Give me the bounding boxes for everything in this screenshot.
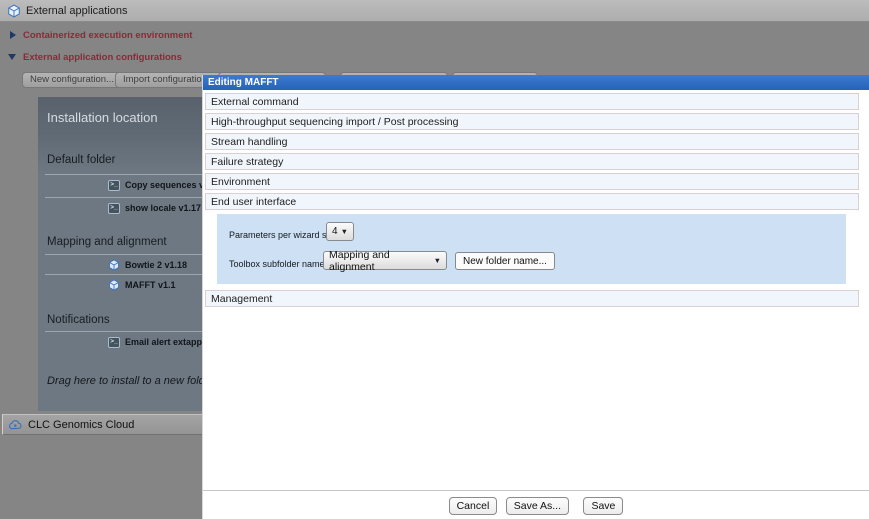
- section-environment[interactable]: Environment: [205, 173, 859, 190]
- save-button[interactable]: Save: [583, 497, 624, 515]
- params-per-wizard-step-select[interactable]: 4 ▼: [326, 222, 354, 241]
- panel-title: Installation location: [47, 110, 158, 125]
- cloud-icon: [8, 419, 23, 431]
- list-item-label: MAFFT v1.1: [125, 280, 176, 290]
- section-end-user-interface[interactable]: End user interface: [205, 193, 859, 210]
- save-as-button[interactable]: Save As...: [505, 497, 570, 515]
- external-applications-icon: [7, 3, 21, 18]
- expanded-triangle-icon[interactable]: [8, 54, 16, 60]
- cloud-bar-label: CLC Genomics Cloud: [28, 418, 135, 431]
- drag-hint-text: Drag here to install to a new folder: [47, 375, 215, 387]
- new-folder-name-button[interactable]: New folder name...: [455, 252, 555, 270]
- section-management[interactable]: Management: [205, 290, 859, 307]
- tree-item-label[interactable]: External application configurations: [23, 52, 182, 63]
- group-notifications: Notifications: [47, 314, 110, 326]
- window-title: External applications: [26, 4, 128, 17]
- group-mapping-alignment: Mapping and alignment: [47, 236, 167, 248]
- tree-item-external-app-configs[interactable]: External application configurations: [8, 50, 182, 64]
- dialog-footer: Cancel Save As... Save: [203, 490, 869, 515]
- section-stream-handling[interactable]: Stream handling: [205, 133, 859, 150]
- editing-mafft-dialog: Editing MAFFT External command High-thro…: [202, 75, 869, 519]
- list-item-label: show locale v1.17: [125, 203, 202, 213]
- terminal-icon: >_: [108, 336, 120, 348]
- cube-icon: [108, 279, 120, 291]
- list-item-show-locale[interactable]: >_ show locale v1.17: [108, 200, 201, 216]
- chevron-down-icon: ▼: [340, 227, 348, 236]
- screen: External applications Containerized exec…: [0, 0, 869, 519]
- group-default-folder: Default folder: [47, 154, 116, 166]
- params-per-wizard-step-label: Parameters per wizard step: [229, 230, 340, 240]
- tree-item-containerized-env[interactable]: Containerized execution environment: [10, 28, 192, 42]
- tree-item-label[interactable]: Containerized execution environment: [23, 30, 192, 41]
- terminal-icon: >_: [108, 202, 120, 214]
- collapsed-triangle-icon[interactable]: [10, 31, 16, 39]
- section-hts-import[interactable]: High-throughput sequencing import / Post…: [205, 113, 859, 130]
- window-titlebar: External applications: [0, 0, 869, 22]
- section-external-command[interactable]: External command: [205, 93, 859, 110]
- chevron-down-icon: ▼: [433, 256, 441, 265]
- terminal-icon: >_: [108, 179, 120, 191]
- toolbox-subfolder-select[interactable]: Mapping and alignment ▼: [323, 248, 447, 273]
- dialog-titlebar[interactable]: Editing MAFFT: [203, 75, 869, 90]
- list-item-mafft[interactable]: MAFFT v1.1: [108, 277, 176, 293]
- cancel-button[interactable]: Cancel: [448, 497, 498, 515]
- cube-icon: [108, 259, 120, 271]
- section-failure-strategy[interactable]: Failure strategy: [205, 153, 859, 170]
- select-value: Mapping and alignment: [329, 248, 390, 273]
- select-value: 4: [332, 226, 338, 237]
- end-user-interface-panel: Parameters per wizard step 4 ▼ Toolbox s…: [217, 214, 846, 284]
- toolbox-subfolder-name-label: Toolbox subfolder name: [229, 259, 325, 269]
- new-configuration-button[interactable]: New configuration...: [22, 72, 122, 88]
- list-item-label: Bowtie 2 v1.18: [125, 260, 188, 270]
- list-item-bowtie2[interactable]: Bowtie 2 v1.18: [108, 257, 187, 273]
